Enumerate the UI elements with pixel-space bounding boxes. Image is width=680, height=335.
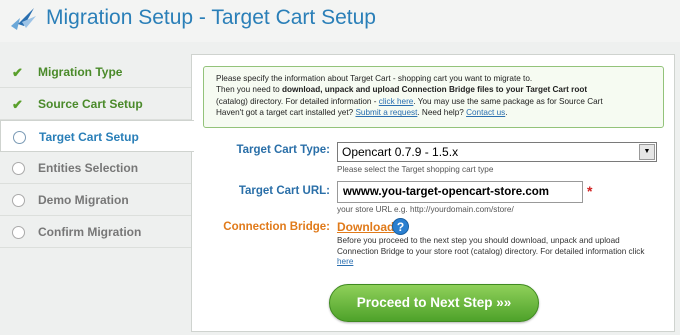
step-entities-selection[interactable]: Entities Selection — [0, 152, 192, 184]
header-bar: Migration Setup - Target Cart Setup — [0, 0, 680, 42]
step-label: Demo Migration — [38, 193, 129, 207]
check-icon: ✔ — [12, 97, 23, 112]
step-source-cart-setup[interactable]: ✔ Source Cart Setup — [0, 88, 192, 120]
click-here-link[interactable]: click here — [379, 97, 414, 106]
info-text: . — [505, 108, 508, 118]
cart-url-hint: your store URL e.g. http://yourdomain.co… — [337, 205, 514, 214]
contact-us-link[interactable]: Contact us — [466, 108, 505, 117]
info-bold-text: download, unpack and upload Connection B… — [282, 85, 588, 95]
info-box: Please specify the information about Tar… — [203, 66, 664, 128]
cart-type-hint: Please select the Target shopping cart t… — [337, 165, 494, 174]
step-label: Confirm Migration — [38, 225, 142, 239]
download-link[interactable]: Download — [337, 220, 394, 234]
dropdown-arrow-icon[interactable]: ▼ — [639, 144, 655, 160]
info-line: Then you need to download, unpack and up… — [216, 84, 651, 95]
here-link[interactable]: here — [337, 257, 353, 266]
info-text: . You may use the same package as for So… — [413, 96, 603, 106]
radio-circle-icon — [12, 194, 25, 207]
info-text: Then you need to — [216, 85, 283, 95]
info-text: . Need help? — [417, 108, 467, 118]
cart-url-input[interactable]: wwww.you-target-opencart-store.com — [337, 181, 583, 203]
info-text: Haven't got a target cart installed yet? — [216, 108, 356, 118]
info-text: (catalog) directory. For detailed inform… — [216, 96, 379, 106]
submit-request-link[interactable]: Submit a request — [355, 108, 417, 117]
steps-sidebar: ✔ Migration Type ✔ Source Cart Setup Tar… — [0, 56, 194, 248]
check-icon: ✔ — [12, 65, 23, 80]
bridge-description: Before you proceed to the next step you … — [337, 236, 657, 268]
step-label: Source Cart Setup — [38, 97, 143, 111]
step-confirm-migration[interactable]: Confirm Migration — [0, 216, 192, 248]
cart-type-label: Target Cart Type: — [236, 144, 330, 156]
step-label: Migration Type — [38, 65, 123, 79]
cart-type-value: Opencart 0.7.9 - 1.5.x — [342, 145, 459, 159]
step-label: Target Cart Setup — [39, 130, 139, 144]
step-migration-type[interactable]: ✔ Migration Type — [0, 56, 192, 88]
step-demo-migration[interactable]: Demo Migration — [0, 184, 192, 216]
page-title: Migration Setup - Target Cart Setup — [46, 6, 376, 29]
radio-circle-icon — [13, 131, 26, 144]
step-target-cart-setup[interactable]: Target Cart Setup — [0, 120, 194, 152]
required-asterisk: * — [587, 183, 593, 199]
proceed-next-step-button[interactable]: Proceed to Next Step »» — [329, 284, 539, 322]
cart-url-value: wwww.you-target-opencart-store.com — [343, 186, 549, 198]
step-label: Entities Selection — [38, 161, 139, 175]
info-line: Haven't got a target cart installed yet?… — [216, 107, 651, 118]
cart-url-label: Target Cart URL: — [238, 185, 330, 197]
radio-circle-icon — [12, 162, 25, 175]
info-line: (catalog) directory. For detailed inform… — [216, 96, 651, 107]
bird-logo-icon — [11, 8, 36, 30]
help-icon[interactable]: ? — [392, 218, 409, 235]
cart-type-select[interactable]: Opencart 0.7.9 - 1.5.x ▼ — [337, 142, 657, 162]
bridge-desc-text: Before you proceed to the next step you … — [337, 236, 645, 256]
info-line: Please specify the information about Tar… — [216, 74, 533, 83]
connection-bridge-label: Connection Bridge: — [223, 221, 330, 233]
radio-circle-icon — [12, 226, 25, 239]
setup-panel: Please specify the information about Tar… — [191, 54, 675, 332]
